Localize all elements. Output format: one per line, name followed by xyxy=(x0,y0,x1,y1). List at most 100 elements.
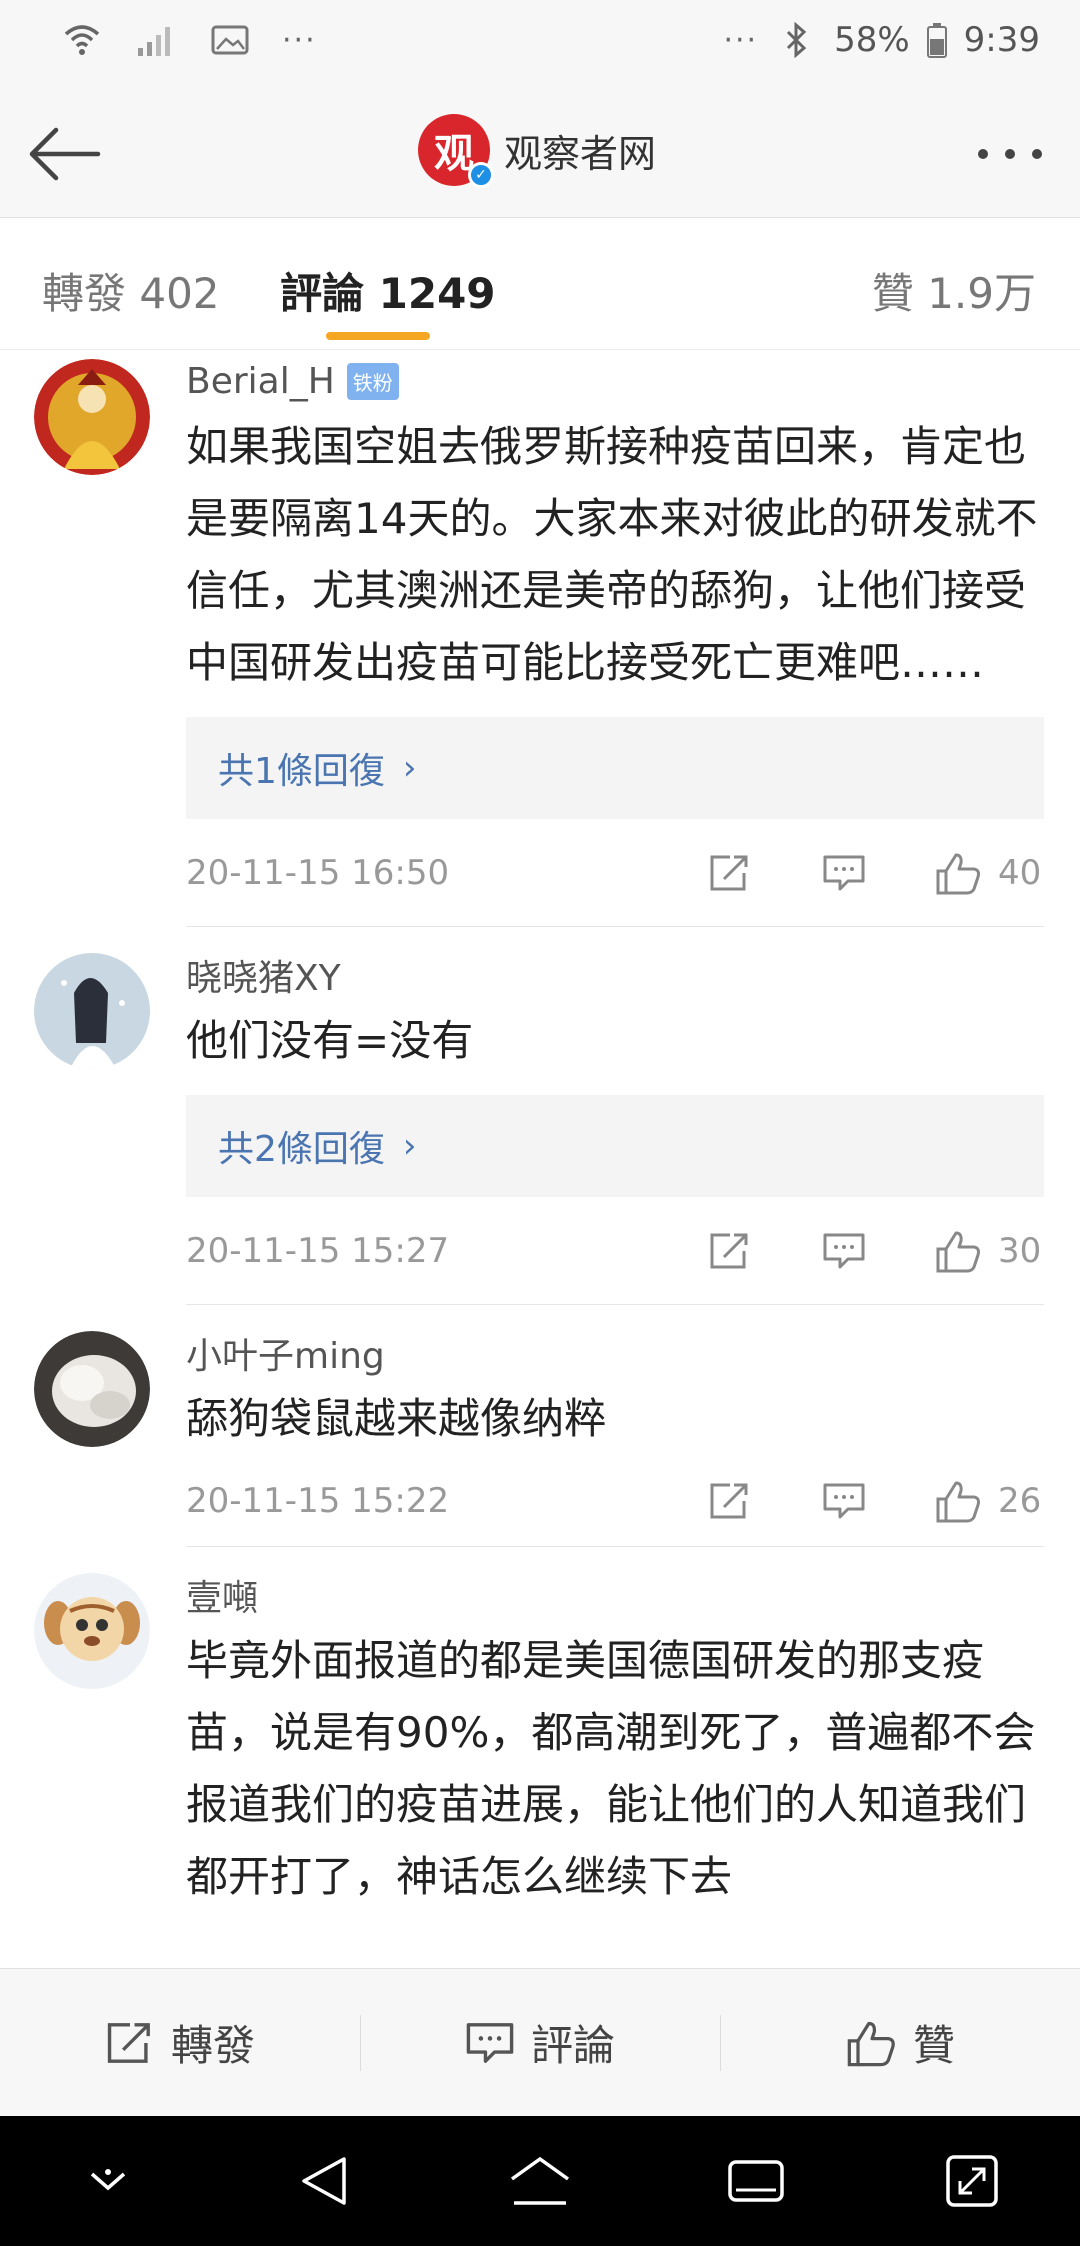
share-icon xyxy=(710,1233,748,1268)
chevron-down-icon xyxy=(90,2169,126,2191)
active-tab-indicator xyxy=(326,332,430,340)
nav-recents-button[interactable] xyxy=(711,2136,801,2226)
thumbs-up-icon xyxy=(936,1231,980,1272)
comment-meta: 20-11-15 16:50 40 xyxy=(186,819,1044,927)
repost-label: 轉發 xyxy=(170,2021,255,2070)
view-replies-button[interactable]: 共1條回復 › xyxy=(186,717,1044,819)
verified-icon: ✓ xyxy=(468,162,494,188)
nav-expand-button[interactable] xyxy=(927,2136,1017,2226)
reply-count: 共1條回復 xyxy=(218,751,385,792)
account-name: 观察者网 xyxy=(504,131,657,176)
battery-percent: 58% xyxy=(834,20,910,60)
arrow-left-icon xyxy=(29,127,101,181)
triangle-back-icon xyxy=(302,2157,346,2205)
comment-text: 如果我国空姐去俄罗斯接种疫苗回来，肯定也是要隔离14天的。大家本来对彼此的研发就… xyxy=(186,422,1038,687)
thumbs-up-icon xyxy=(936,1481,980,1522)
share-button[interactable] xyxy=(700,1221,760,1281)
share-icon xyxy=(107,2022,150,2063)
nav-back-button[interactable] xyxy=(279,2136,369,2226)
comment-date: 20-11-15 15:27 xyxy=(186,1230,450,1271)
comment-icon xyxy=(823,1483,865,1518)
like-button[interactable] xyxy=(928,843,988,903)
comment-text: 毕竟外面报道的都是美国德国研发的那支疫苗，说是有90%，都高潮到死了，普遍都不会… xyxy=(186,1636,1036,1901)
bottom-action-bar: 轉發 評論 贊 xyxy=(0,1968,1080,2116)
comment-item: Berial_H 铁粉 如果我国空姐去俄罗斯接种疫苗回来，肯定也是要隔离14天的… xyxy=(0,351,1080,927)
comment-item: 小叶子ming 舔狗袋鼠越来越像纳粹 20-11-15 15:22 26 xyxy=(0,1305,1080,1547)
avatar[interactable] xyxy=(34,359,150,475)
avatar[interactable] xyxy=(34,953,150,1069)
comment-date: 20-11-15 16:50 xyxy=(186,852,450,893)
chevron-right-icon: › xyxy=(402,748,417,788)
comment-header: 壹噸 xyxy=(186,1565,1044,1625)
share-button[interactable] xyxy=(700,843,760,903)
like-count: 26 xyxy=(998,1480,1042,1521)
nav-home-button[interactable] xyxy=(495,2136,585,2226)
comment-item: 壹噸 毕竟外面报道的都是美国德国研发的那支疫苗，说是有90%，都高潮到死了，普遍… xyxy=(0,1547,1080,1913)
comment-username[interactable]: Berial_H xyxy=(186,361,335,402)
comment-icon xyxy=(823,855,865,890)
signal-icon xyxy=(134,18,178,62)
tab-comments[interactable]: 評論 1249 xyxy=(280,260,496,321)
like-post-button[interactable]: 贊 xyxy=(720,1969,1080,2116)
comment-username[interactable]: 小叶子ming xyxy=(186,1327,385,1379)
comment-label: 評論 xyxy=(530,2021,615,2070)
chevron-right-icon: › xyxy=(402,1126,417,1166)
comment-header: 晓晓猪XY xyxy=(186,945,1044,1005)
comment-icon xyxy=(466,2022,514,2063)
comment-meta: 20-11-15 15:27 30 xyxy=(186,1197,1044,1305)
avatar[interactable] xyxy=(34,1331,150,1447)
image-icon xyxy=(208,18,252,62)
app-header: 观 ✓ 观察者网 xyxy=(0,90,1080,218)
like-label: 贊 xyxy=(912,2021,955,2070)
comment-actions: 40 xyxy=(646,843,1044,903)
comment-username[interactable]: 壹噸 xyxy=(186,1569,258,1621)
comment-actions: 30 xyxy=(646,1221,1044,1281)
reply-button[interactable] xyxy=(814,1471,874,1531)
tab-repost[interactable]: 轉發 402 xyxy=(42,260,220,321)
battery-icon xyxy=(926,18,948,62)
share-button[interactable] xyxy=(700,1471,760,1531)
account-logo: 观 ✓ xyxy=(418,114,494,188)
thumbs-up-icon xyxy=(936,853,980,894)
avatar[interactable] xyxy=(34,1573,150,1689)
like-count: 30 xyxy=(998,1230,1042,1271)
system-nav-bar xyxy=(0,2116,1080,2246)
more-options-button[interactable] xyxy=(970,130,1050,178)
share-icon xyxy=(710,1483,748,1518)
reply-button[interactable] xyxy=(814,843,874,903)
recents-icon xyxy=(728,2160,784,2202)
thumbs-up-icon xyxy=(847,2021,895,2066)
dot-icon xyxy=(978,149,988,159)
comment-icon xyxy=(823,1233,865,1268)
status-left-dots: ··· xyxy=(282,22,317,58)
comment-username[interactable]: 晓晓猪XY xyxy=(186,949,341,1001)
status-right-dots: ··· xyxy=(723,22,759,58)
clock-time: 9:39 xyxy=(963,20,1040,60)
reply-count: 共2條回復 xyxy=(218,1129,385,1170)
like-count: 40 xyxy=(998,852,1042,893)
repost-button[interactable]: 轉發 xyxy=(0,1969,360,2116)
back-button[interactable] xyxy=(22,116,106,192)
status-left: ··· xyxy=(60,18,317,62)
tab-likes[interactable]: 贊 1.9万 xyxy=(872,260,1036,321)
comment-meta: 20-11-15 15:22 26 xyxy=(186,1455,1044,1547)
like-button[interactable] xyxy=(928,1471,988,1531)
expand-icon xyxy=(946,2155,998,2207)
dot-icon xyxy=(1005,149,1015,159)
view-replies-button[interactable]: 共2條回復 › xyxy=(186,1095,1044,1197)
wifi-icon xyxy=(60,18,104,62)
status-bar: ··· ··· 58% 9:39 xyxy=(0,0,1080,90)
comment-button[interactable]: 評論 xyxy=(360,1969,720,2116)
like-button[interactable] xyxy=(928,1221,988,1281)
reply-button[interactable] xyxy=(814,1221,874,1281)
hide-nav-button[interactable] xyxy=(63,2136,153,2226)
comment-item: 晓晓猪XY 他们没有=没有 共2條回復 › 20-11-15 15:27 30 xyxy=(0,927,1080,1305)
tab-bar: 轉發 402 評論 1249 贊 1.9万 xyxy=(0,218,1080,350)
share-icon xyxy=(710,855,748,890)
status-right: ··· 58% 9:39 xyxy=(723,18,1040,62)
comment-text: 他们没有=没有 xyxy=(186,1016,474,1065)
account-title-block[interactable]: 观 ✓ 观察者网 xyxy=(418,114,657,188)
comment-list[interactable]: Berial_H 铁粉 如果我国空姐去俄罗斯接种疫苗回来，肯定也是要隔离14天的… xyxy=(0,351,1080,1967)
comment-header: 小叶子ming xyxy=(186,1323,1044,1383)
comment-header: Berial_H 铁粉 xyxy=(186,351,1044,411)
